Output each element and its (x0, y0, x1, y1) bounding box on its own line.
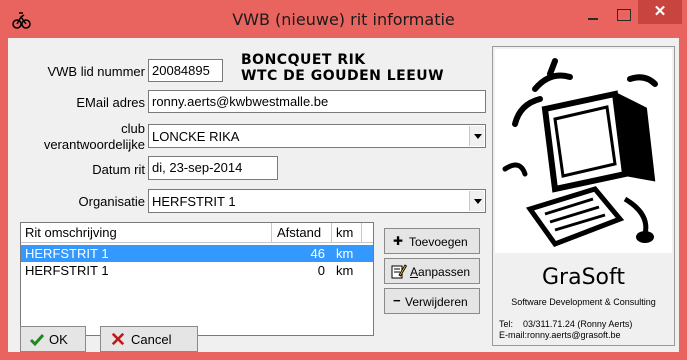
datum-field[interactable]: di, 23-sep-2014 (148, 156, 278, 180)
organisatie-label: Organisatie (78, 194, 145, 209)
club-select[interactable]: LONCKE RIKA (148, 124, 486, 148)
datum-label: Datum rit (92, 162, 145, 177)
row-afstand: 46 (310, 246, 325, 261)
close-button[interactable]: ✕ (638, 0, 682, 24)
cancel-label: Cancel (131, 332, 172, 347)
checkmark-icon (29, 334, 45, 347)
column-header-omschrijving[interactable]: Rit omschrijving (25, 225, 117, 240)
rit-table[interactable]: Rit omschrijving Afstand km HERFSTRIT 1 … (20, 222, 374, 336)
minus-icon: − (393, 293, 401, 308)
club-label-line1: club (121, 121, 145, 136)
member-name: BONCQUET RIK (241, 52, 366, 68)
dialog-window: VWB (nieuwe) rit informatie ✕ VWB lid nu… (0, 0, 687, 360)
column-header-km[interactable]: km (336, 225, 353, 240)
column-header-afstand[interactable]: Afstand (277, 225, 321, 240)
table-row[interactable]: HERFSTRIT 1 46 km (21, 245, 373, 262)
edit-icon (391, 264, 407, 279)
brand-email: E-mail:ronny.aerts@grasoft.be (499, 330, 621, 340)
ok-label: OK (49, 332, 68, 347)
chevron-down-icon[interactable] (469, 191, 484, 211)
maximize-button[interactable] (608, 0, 638, 30)
row-omschrijving: HERFSTRIT 1 (25, 263, 109, 278)
brand-name: GraSoft (542, 265, 625, 290)
organisatie-select-value: HERFSTRIT 1 (152, 194, 236, 209)
row-afstand: 0 (317, 263, 325, 278)
aanpassen-button[interactable]: Aanpassen (384, 258, 480, 284)
aanpassen-hotkey: A (410, 265, 419, 279)
lid-nummer-label: VWB lid nummer (47, 64, 145, 79)
toevoegen-label: Toevoegen (409, 235, 468, 249)
brand-phone: Tel: 03/311.71.24 (Ronny Aerts) (499, 319, 632, 329)
title-bar[interactable]: VWB (nieuwe) rit informatie ✕ (0, 0, 687, 38)
brand-phone-value: 03/311.71.24 (Ronny Aerts) (523, 319, 633, 329)
toevoegen-button[interactable]: ✚ Toevoegen (384, 228, 480, 254)
verwijderen-label: Verwijderen (405, 295, 468, 309)
brand-phone-label: Tel: (499, 319, 514, 329)
brand-tagline: Software Development & Consulting (511, 297, 656, 307)
company-panel: GraSoft Software Development & Consultin… (492, 46, 675, 346)
row-unit: km (336, 263, 354, 278)
column-divider[interactable] (271, 223, 272, 243)
verwijderen-button[interactable]: − Verwijderen (384, 288, 480, 314)
lid-nummer-field[interactable]: 20084895 (148, 59, 223, 82)
brand-box: GraSoft Software Development & Consultin… (495, 257, 672, 343)
club-select-value: LONCKE RIKA (152, 129, 240, 144)
rit-table-header: Rit omschrijving Afstand km (21, 223, 373, 243)
organisatie-select[interactable]: HERFSTRIT 1 (148, 189, 486, 213)
column-divider[interactable] (331, 223, 332, 243)
dialog-body: VWB lid nummer 20084895 BONCQUET RIK WTC… (8, 38, 679, 352)
row-unit: km (336, 246, 354, 261)
row-omschrijving: HERFSTRIT 1 (25, 246, 109, 261)
email-field[interactable]: ronny.aerts@kwbwestmalle.be (148, 90, 486, 113)
aanpassen-label: Aanpassen (410, 265, 470, 279)
table-row[interactable]: HERFSTRIT 1 0 km (21, 262, 373, 279)
ok-button[interactable]: OK (20, 326, 86, 352)
aanpassen-rest: anpassen (418, 265, 471, 279)
email-label: EMail adres (76, 95, 145, 110)
cross-icon (111, 332, 125, 346)
plus-icon: ✚ (393, 234, 404, 248)
cancel-button[interactable]: Cancel (100, 326, 198, 352)
minimize-button[interactable] (578, 0, 608, 30)
club-label-line2: verantwoordelijke (43, 137, 145, 152)
member-club: WTC DE GOUDEN LEEUW (241, 68, 445, 84)
computer-logo-icon (495, 49, 672, 253)
chevron-down-icon[interactable] (469, 126, 484, 146)
column-divider[interactable] (361, 223, 362, 243)
